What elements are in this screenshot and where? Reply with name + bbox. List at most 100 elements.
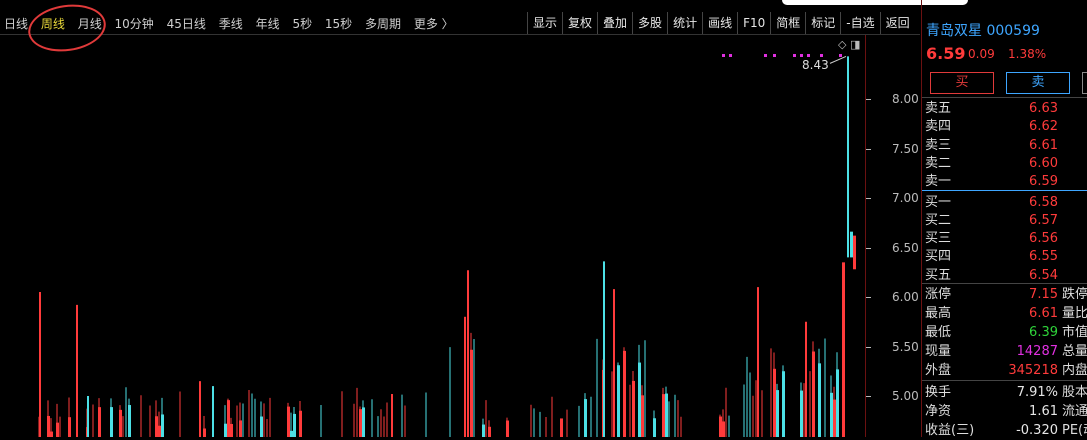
candle-body <box>853 235 856 270</box>
remove-watchlist-button[interactable]: -自选 <box>840 12 879 34</box>
draw-line-button[interactable]: 画线 <box>702 12 737 34</box>
stat-right-label: PE(动 <box>1062 423 1087 438</box>
sell-button[interactable]: 卖 <box>1006 72 1070 94</box>
candle-body <box>299 410 302 437</box>
back-button[interactable]: 返回 <box>879 12 915 34</box>
stat-label: 最低 <box>925 325 952 340</box>
chart-toolbar: 日线 周线 月线 10分钟 45日线 季线 年线 5秒 15秒 多周期 更多 〉… <box>0 12 920 35</box>
f10-button[interactable]: F10 <box>737 12 770 34</box>
statistics-button[interactable]: 统计 <box>667 12 702 34</box>
display-button[interactable]: 显示 <box>527 12 562 34</box>
candle-body <box>50 431 53 437</box>
price-tick-label: 6.50 <box>892 240 919 255</box>
order-level-price: 6.56 <box>1029 231 1058 247</box>
candle-body <box>293 413 296 437</box>
order-level-price: 6.58 <box>1029 194 1058 210</box>
candle-body <box>230 423 233 437</box>
mark-button[interactable]: 标记 <box>805 12 840 34</box>
order-book-row[interactable]: 卖三 6.61 <box>922 137 1087 155</box>
tab-daily[interactable]: 日线 <box>4 15 28 32</box>
order-level-label: 卖五 <box>925 101 952 116</box>
candle-body <box>653 418 656 437</box>
order-book-row[interactable]: 买四 6.55 <box>922 248 1087 266</box>
candlestick-chart[interactable] <box>0 35 920 437</box>
stat-row: 净资 1.61 流通 <box>922 402 1087 421</box>
order-book-row[interactable]: 卖一 6.59 <box>922 173 1087 191</box>
candle-body <box>818 363 821 437</box>
signal-marker <box>722 54 725 57</box>
signal-marker <box>839 54 842 57</box>
buy-button[interactable]: 买 <box>930 72 994 94</box>
stat-right-label: 流通 <box>1062 404 1087 419</box>
tab-quarterly[interactable]: 季线 <box>219 15 243 32</box>
order-level-label: 卖二 <box>925 155 952 171</box>
tab-10min[interactable]: 10分钟 <box>115 15 154 32</box>
adjust-button[interactable]: 复权 <box>562 12 597 34</box>
stat-value: 7.91% <box>1016 385 1058 400</box>
candle-body <box>47 415 50 437</box>
candle-body <box>842 262 845 437</box>
overlay-button[interactable]: 叠加 <box>597 12 632 34</box>
order-book-row[interactable]: 卖四 6.62 <box>922 118 1087 136</box>
stat-label: 净资 <box>925 404 952 419</box>
candle-body <box>158 425 161 437</box>
order-level-price: 6.62 <box>1029 119 1058 135</box>
tab-5sec[interactable]: 5秒 <box>292 15 312 32</box>
candle-body <box>128 405 131 437</box>
stat-row: 现量 14287 总量 <box>922 342 1087 361</box>
more-trade-button[interactable] <box>1082 72 1087 94</box>
price-tick-mark <box>866 346 871 348</box>
stat-value: 14287 <box>1016 344 1058 359</box>
price-tick-label: 6.00 <box>892 290 919 304</box>
candle-body <box>98 407 101 437</box>
order-level-price: 6.59 <box>1029 174 1058 190</box>
stat-right-label: 跌停 <box>1062 287 1087 302</box>
candle-body <box>719 416 722 437</box>
divider <box>922 97 1087 98</box>
order-book-row[interactable]: 卖五 6.63 <box>922 100 1087 118</box>
order-book-row[interactable]: 买二 6.57 <box>922 212 1087 230</box>
order-book-row[interactable]: 买一 6.58 <box>922 194 1087 212</box>
axis-icons[interactable]: ◇ ◨ <box>838 38 860 51</box>
stat-label: 涨停 <box>925 287 952 302</box>
candle-body <box>560 418 563 437</box>
tab-yearly[interactable]: 年线 <box>256 15 280 32</box>
order-level-label: 卖一 <box>925 174 952 190</box>
candle-body <box>584 399 587 437</box>
signal-marker <box>764 54 767 57</box>
stock-title: 青岛双星 000599 <box>926 20 1040 40</box>
stat-row: 换手 7.91% 股本 <box>922 383 1087 402</box>
tab-more[interactable]: 更多 〉 <box>414 15 454 32</box>
signal-marker <box>793 54 796 57</box>
candle-body <box>362 407 365 437</box>
tab-15sec[interactable]: 15秒 <box>325 15 352 32</box>
candle-body <box>155 416 158 437</box>
candle-body <box>161 414 164 437</box>
stat-value: -0.320 <box>1016 423 1058 438</box>
candle-body <box>482 424 485 437</box>
multi-stock-button[interactable]: 多股 <box>632 12 667 34</box>
candle-body <box>623 350 626 437</box>
order-level-label: 买五 <box>925 267 952 283</box>
divider <box>922 283 1087 284</box>
order-book-row[interactable]: 买五 6.54 <box>922 267 1087 285</box>
bid-ask-divider <box>922 190 1087 191</box>
order-book-row[interactable]: 卖二 6.60 <box>922 155 1087 173</box>
candle-body <box>488 426 491 437</box>
tab-multi-period[interactable]: 多周期 <box>365 15 401 32</box>
order-book-row[interactable]: 买三 6.56 <box>922 230 1087 248</box>
simple-frame-button[interactable]: 简框 <box>770 12 805 34</box>
tab-45day[interactable]: 45日线 <box>167 15 206 32</box>
price-tick-label: 5.00 <box>892 389 919 403</box>
order-level-label: 卖三 <box>925 137 952 153</box>
candle-body <box>812 351 815 437</box>
stat-row: 最高 6.61 量比 <box>922 304 1087 323</box>
candle-body <box>68 417 71 437</box>
order-level-label: 买三 <box>925 231 952 247</box>
signal-marker <box>807 54 810 57</box>
signal-marker <box>820 54 823 57</box>
stat-label: 外盘 <box>925 363 952 378</box>
candle-body <box>506 420 509 437</box>
price-tick-mark <box>866 148 871 150</box>
price-tick-mark <box>866 198 871 199</box>
